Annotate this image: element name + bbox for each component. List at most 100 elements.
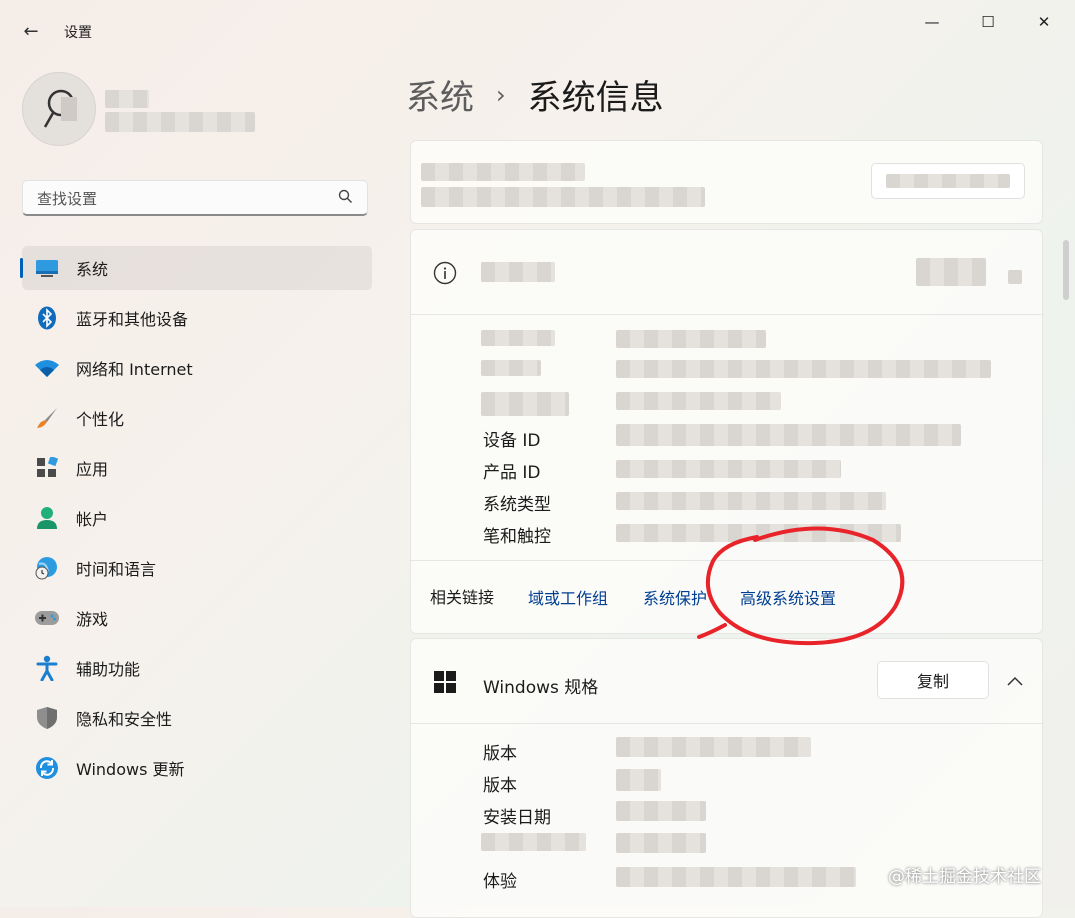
scrollbar-thumb[interactable] xyxy=(1063,240,1069,300)
windows-spec-title: Windows 规格 xyxy=(483,678,599,698)
breadcrumb-parent[interactable]: 系统 xyxy=(406,70,474,119)
spec-value-redacted xyxy=(616,460,841,478)
sync-icon xyxy=(34,755,60,781)
windows-logo-icon xyxy=(433,670,457,698)
spec-value-redacted xyxy=(616,492,886,510)
accessibility-icon xyxy=(34,655,60,681)
chevron-up-icon[interactable] xyxy=(1001,667,1029,695)
sidebar-item-label: 游戏 xyxy=(76,610,109,629)
spec-label: 笔和触控 xyxy=(483,527,551,547)
watermark-text: @稀土掘金技术社区 xyxy=(888,867,1041,887)
apps-icon xyxy=(34,455,60,481)
back-arrow-icon: ← xyxy=(23,20,39,42)
sidebar-item-network[interactable]: 网络和 Internet xyxy=(22,346,372,390)
back-button[interactable]: ← xyxy=(18,18,44,44)
spec-label: 版本 xyxy=(483,744,517,764)
rename-button-label-redacted xyxy=(886,174,1010,188)
copy-button[interactable]: 复制 xyxy=(877,661,989,699)
minimize-icon: — xyxy=(924,13,940,31)
sidebar-item-label: 隐私和安全性 xyxy=(76,710,173,729)
minimize-button[interactable]: — xyxy=(910,8,954,36)
maximize-icon: ☐ xyxy=(981,13,995,31)
search-box[interactable] xyxy=(22,180,368,216)
close-button[interactable]: ✕ xyxy=(1022,8,1066,36)
divider xyxy=(411,314,1044,315)
spec-label-redacted xyxy=(481,833,586,851)
sidebar-item-label: 时间和语言 xyxy=(76,560,157,579)
shield-icon xyxy=(34,705,60,731)
spec-value-redacted xyxy=(616,867,856,887)
device-specs-header[interactable] xyxy=(411,230,1044,314)
spec-label-redacted xyxy=(481,360,541,376)
link-domain-workgroup[interactable]: 域或工作组 xyxy=(528,585,608,609)
app-title: 设置 xyxy=(64,25,92,41)
sidebar-item-label: 辅助功能 xyxy=(76,660,141,679)
sidebar-item-label: 应用 xyxy=(76,460,109,479)
wifi-icon xyxy=(34,355,60,381)
monitor-icon xyxy=(34,255,60,281)
gamepad-icon xyxy=(34,605,60,631)
title-bar: ← 设置 — ☐ ✕ xyxy=(0,0,1075,50)
sidebar-item-label: Windows 更新 xyxy=(76,760,185,779)
sidebar-nav: 系统 蓝牙和其他设备 网络和 Internet 个性化 应用 帐户 时间和语言 … xyxy=(20,246,372,796)
spec-value-redacted xyxy=(616,833,706,853)
spec-label: 产品 ID xyxy=(483,463,541,483)
spec-value-redacted xyxy=(616,737,811,757)
device-specs-title-redacted xyxy=(481,262,555,282)
page-title: 系统信息 xyxy=(527,78,664,118)
profile-email-redacted xyxy=(105,112,255,132)
sidebar-item-bluetooth[interactable]: 蓝牙和其他设备 xyxy=(22,296,372,340)
globe-clock-icon xyxy=(34,555,60,581)
spec-value-redacted xyxy=(616,769,661,791)
spec-value-redacted xyxy=(616,392,781,410)
sidebar-item-personalization[interactable]: 个性化 xyxy=(22,396,372,440)
device-name-redacted xyxy=(421,163,585,181)
bluetooth-icon xyxy=(34,305,60,331)
sidebar-item-apps[interactable]: 应用 xyxy=(22,446,372,490)
related-links-label: 相关链接 xyxy=(430,588,495,607)
windows-spec-header[interactable]: Windows 规格 复制 xyxy=(411,639,1044,723)
spec-label: 版本 xyxy=(483,776,517,796)
spec-label-redacted xyxy=(481,392,569,416)
profile-name-redacted xyxy=(105,90,149,108)
spec-label-redacted xyxy=(481,330,555,346)
annotation-circle xyxy=(697,526,905,646)
sidebar-item-label: 网络和 Internet xyxy=(76,360,193,379)
breadcrumb-separator-icon: › xyxy=(496,80,506,109)
sidebar-item-label: 帐户 xyxy=(76,510,109,529)
device-name-card xyxy=(410,140,1043,224)
brush-icon xyxy=(34,405,60,431)
sidebar-item-label: 系统 xyxy=(76,260,109,279)
divider xyxy=(411,723,1044,724)
spec-label: 设备 ID xyxy=(483,431,541,451)
search-input[interactable] xyxy=(35,187,329,211)
sidebar-item-accounts[interactable]: 帐户 xyxy=(22,496,372,540)
device-model-redacted xyxy=(421,187,705,207)
close-icon: ✕ xyxy=(1037,13,1051,31)
spec-label: 系统类型 xyxy=(483,495,551,515)
sidebar-item-label: 个性化 xyxy=(76,410,125,429)
rename-device-button[interactable] xyxy=(871,163,1025,199)
spec-value-redacted xyxy=(616,801,706,821)
copy-button-redacted[interactable] xyxy=(916,258,986,286)
sidebar-item-time-language[interactable]: 时间和语言 xyxy=(22,546,372,590)
sidebar-item-label: 蓝牙和其他设备 xyxy=(76,310,189,329)
info-icon xyxy=(433,261,457,289)
search-icon[interactable] xyxy=(338,189,353,208)
sidebar-item-gaming[interactable]: 游戏 xyxy=(22,596,372,640)
user-avatar-icon xyxy=(43,89,77,128)
sidebar-item-accessibility[interactable]: 辅助功能 xyxy=(22,646,372,690)
spec-value-redacted xyxy=(616,330,766,348)
breadcrumb: 系统 › 系统信息 xyxy=(406,70,664,119)
account-icon xyxy=(34,505,60,531)
collapse-chevron-redacted[interactable] xyxy=(1008,270,1022,284)
user-profile[interactable] xyxy=(22,72,255,146)
spec-value-redacted xyxy=(616,424,961,446)
sidebar-item-windows-update[interactable]: Windows 更新 xyxy=(22,746,372,790)
sidebar-item-privacy[interactable]: 隐私和安全性 xyxy=(22,696,372,740)
avatar xyxy=(22,72,96,146)
spec-label: 体验 xyxy=(483,872,517,892)
maximize-button[interactable]: ☐ xyxy=(966,8,1010,36)
sidebar-item-system[interactable]: 系统 xyxy=(20,246,372,290)
spec-value-redacted xyxy=(616,360,991,378)
